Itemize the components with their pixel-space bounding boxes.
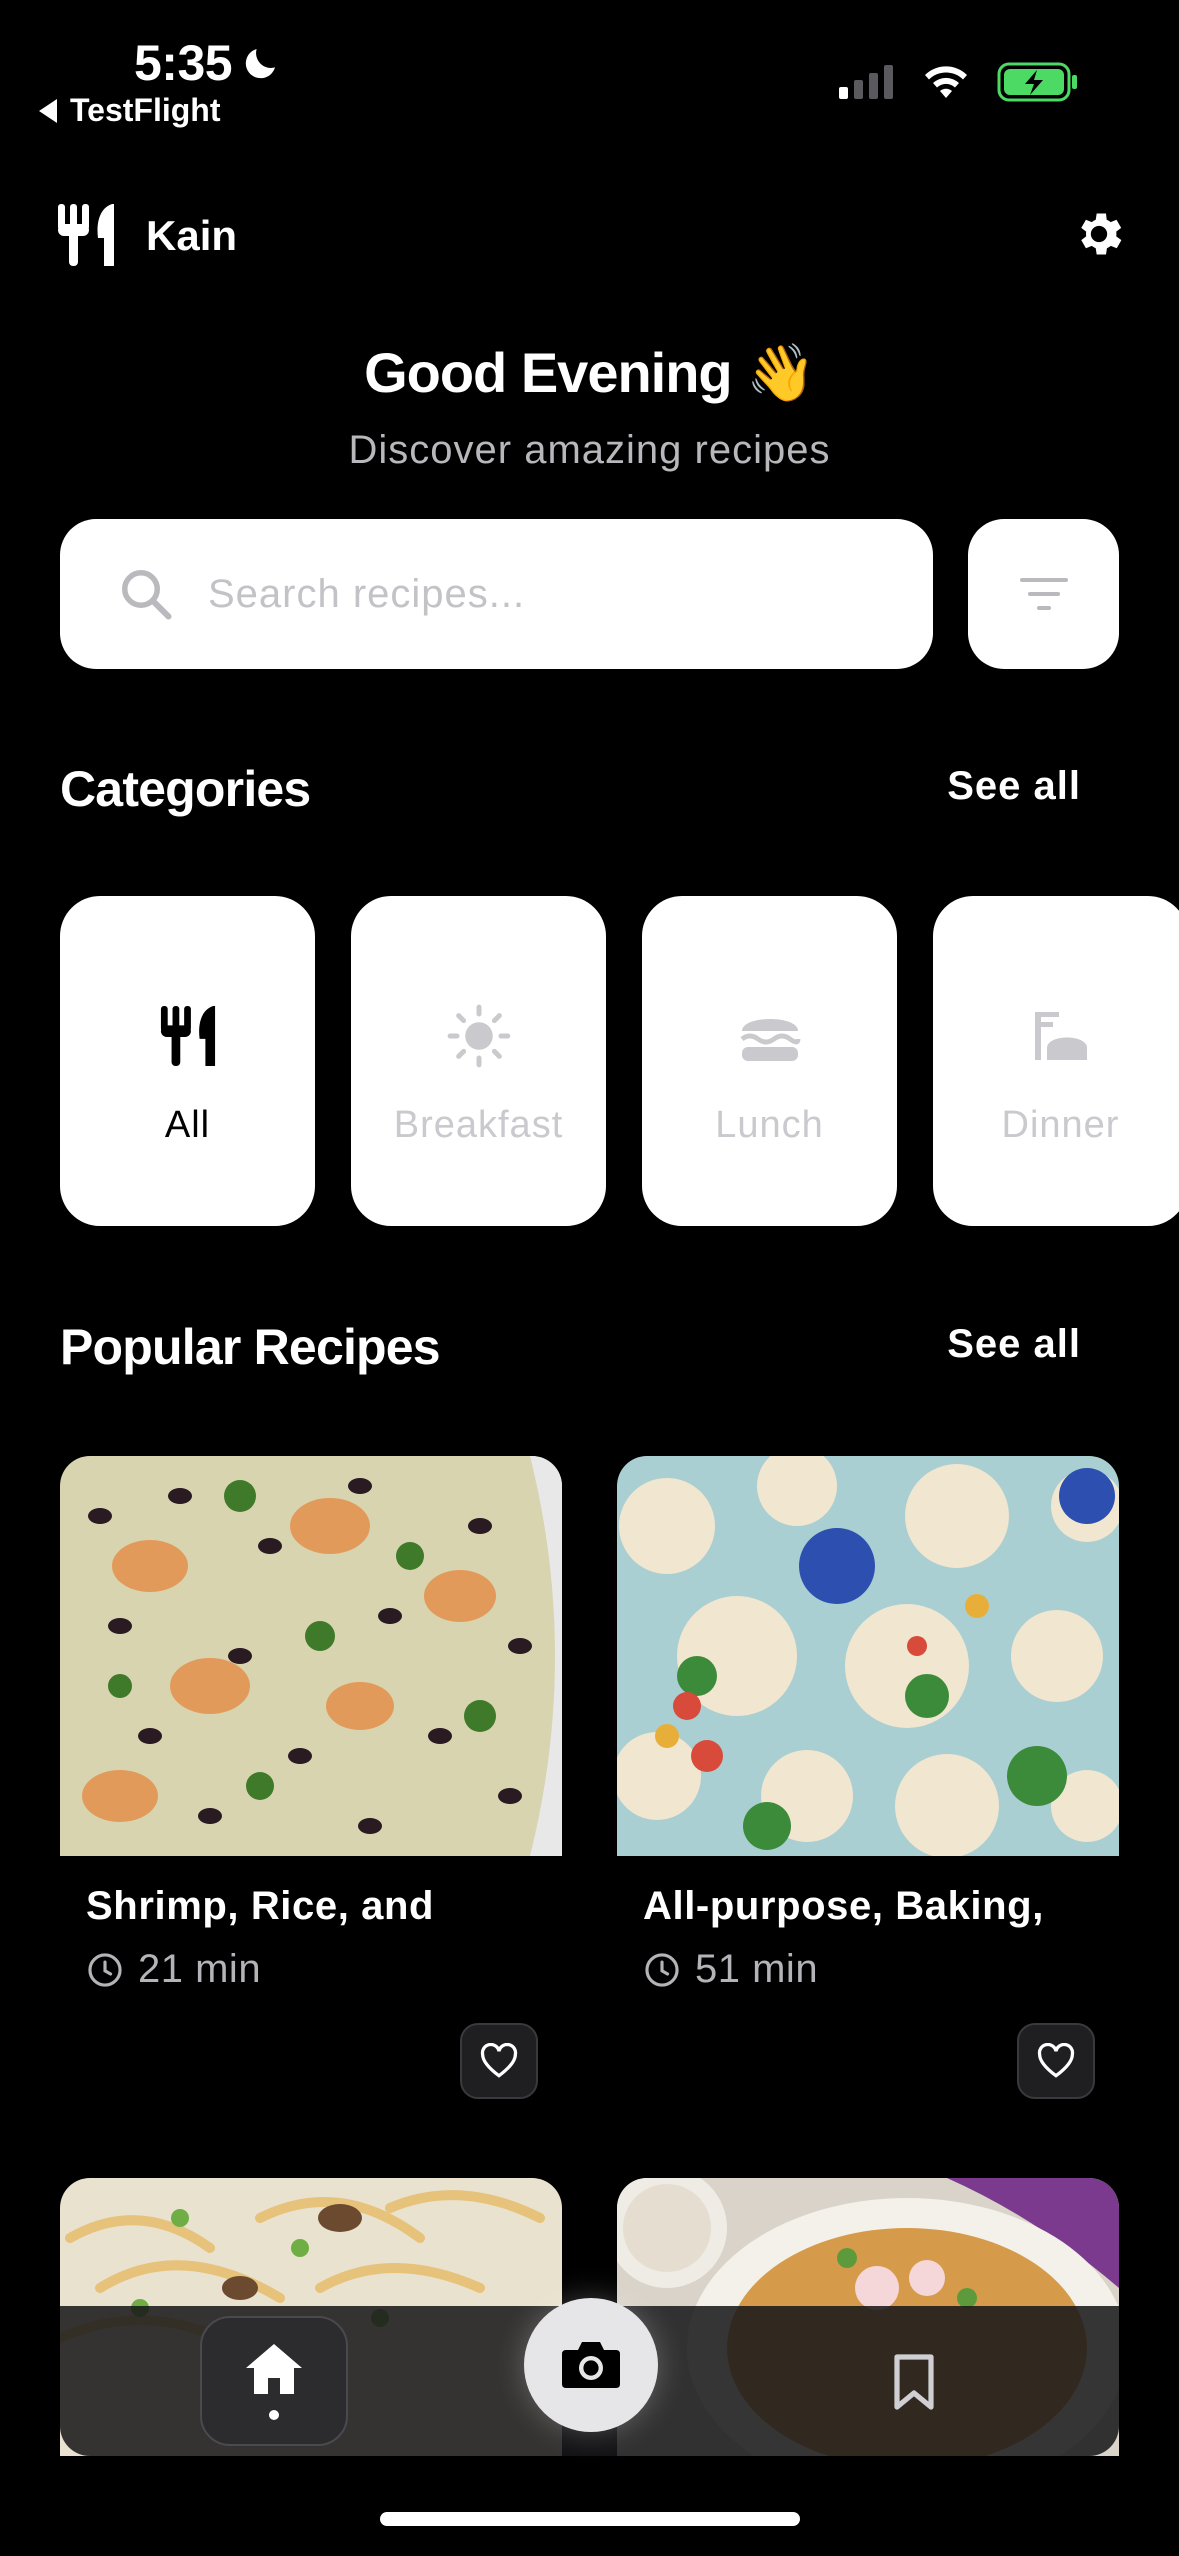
- back-to-app[interactable]: TestFlight: [38, 92, 221, 129]
- heart-icon: [480, 2043, 518, 2078]
- category-label: All: [164, 1103, 211, 1146]
- status-time-text: 5:35: [134, 35, 233, 91]
- heart-icon: [1037, 2043, 1075, 2078]
- recipe-time-text: 51 min: [695, 1947, 819, 1991]
- home-icon: [246, 2344, 302, 2394]
- category-lunch[interactable]: Lunch: [642, 896, 897, 1226]
- settings-button[interactable]: [1071, 206, 1127, 262]
- search-bar[interactable]: [60, 519, 933, 669]
- filter-button[interactable]: [968, 519, 1119, 669]
- app-logo-fork-knife-icon: [56, 204, 116, 271]
- popular-see-all-link[interactable]: See all: [947, 1322, 1081, 1367]
- category-all[interactable]: All: [60, 896, 315, 1226]
- fork-knife-icon: [148, 996, 228, 1076]
- search-icon: [122, 570, 172, 620]
- recipe-card-1[interactable]: Shrimp, Rice, and 21 min: [60, 1456, 562, 1992]
- recipe-title: Shrimp, Rice, and: [86, 1884, 435, 1928]
- categories-title: Categories: [60, 761, 311, 817]
- bookmark-icon: [894, 2354, 934, 2410]
- active-tab-dot: [269, 2410, 279, 2420]
- wifi-icon: [925, 66, 967, 98]
- greeting-subtitle: Discover amazing recipes: [348, 428, 831, 472]
- favorite-button-recipe-1[interactable]: [460, 2023, 538, 2099]
- battery-charging-icon: [997, 62, 1077, 102]
- gear-icon: [1081, 213, 1122, 255]
- tab-camera[interactable]: [524, 2298, 658, 2432]
- dinner-icon: [1021, 996, 1101, 1076]
- search-input[interactable]: [208, 571, 828, 617]
- cellular-signal-icon: [839, 65, 893, 99]
- back-app-label: TestFlight: [70, 92, 221, 128]
- tab-bar: [60, 2298, 1119, 2456]
- burger-icon: [730, 996, 810, 1076]
- filter-icon: [1019, 578, 1068, 610]
- category-label: Breakfast: [393, 1103, 564, 1146]
- recipe-title: All-purpose, Baking,: [643, 1884, 1044, 1928]
- category-label: Lunch: [715, 1103, 824, 1146]
- app-name: Kain: [146, 212, 238, 259]
- recipe-time: 21 min: [86, 1947, 562, 1992]
- camera-icon: [562, 2342, 620, 2388]
- category-label: Dinner: [1001, 1103, 1120, 1146]
- recipe-time: 51 min: [643, 1947, 1119, 1992]
- sun-icon: [439, 996, 519, 1076]
- clock-icon: [88, 1952, 122, 1987]
- favorite-button-recipe-2[interactable]: [1017, 2023, 1095, 2099]
- moon-icon: [245, 49, 276, 79]
- recipe-time-text: 21 min: [138, 1947, 262, 1991]
- popular-recipes-title: Popular Recipes: [60, 1319, 441, 1375]
- recipe-card-2[interactable]: All-purpose, Baking, 51 min: [617, 1456, 1119, 1992]
- status-icons: [839, 62, 1079, 102]
- tab-home[interactable]: [200, 2316, 348, 2446]
- tab-saved[interactable]: [874, 2342, 954, 2422]
- recipe-photo-cookies: [617, 1456, 1119, 1856]
- recipe-photo-shrimp-rice: [60, 1456, 562, 1856]
- category-breakfast[interactable]: Breakfast: [351, 896, 606, 1226]
- status-time: 5:35: [134, 34, 282, 92]
- category-list: All Breakfast Lunch Dinner: [60, 896, 1179, 1226]
- categories-see-all-link[interactable]: See all: [947, 764, 1081, 809]
- category-dinner[interactable]: Dinner: [933, 896, 1179, 1226]
- greeting-title: Good Evening 👋: [364, 341, 816, 404]
- clock-icon: [645, 1952, 679, 1987]
- back-triangle-icon: [39, 98, 57, 123]
- home-indicator: [380, 2512, 800, 2526]
